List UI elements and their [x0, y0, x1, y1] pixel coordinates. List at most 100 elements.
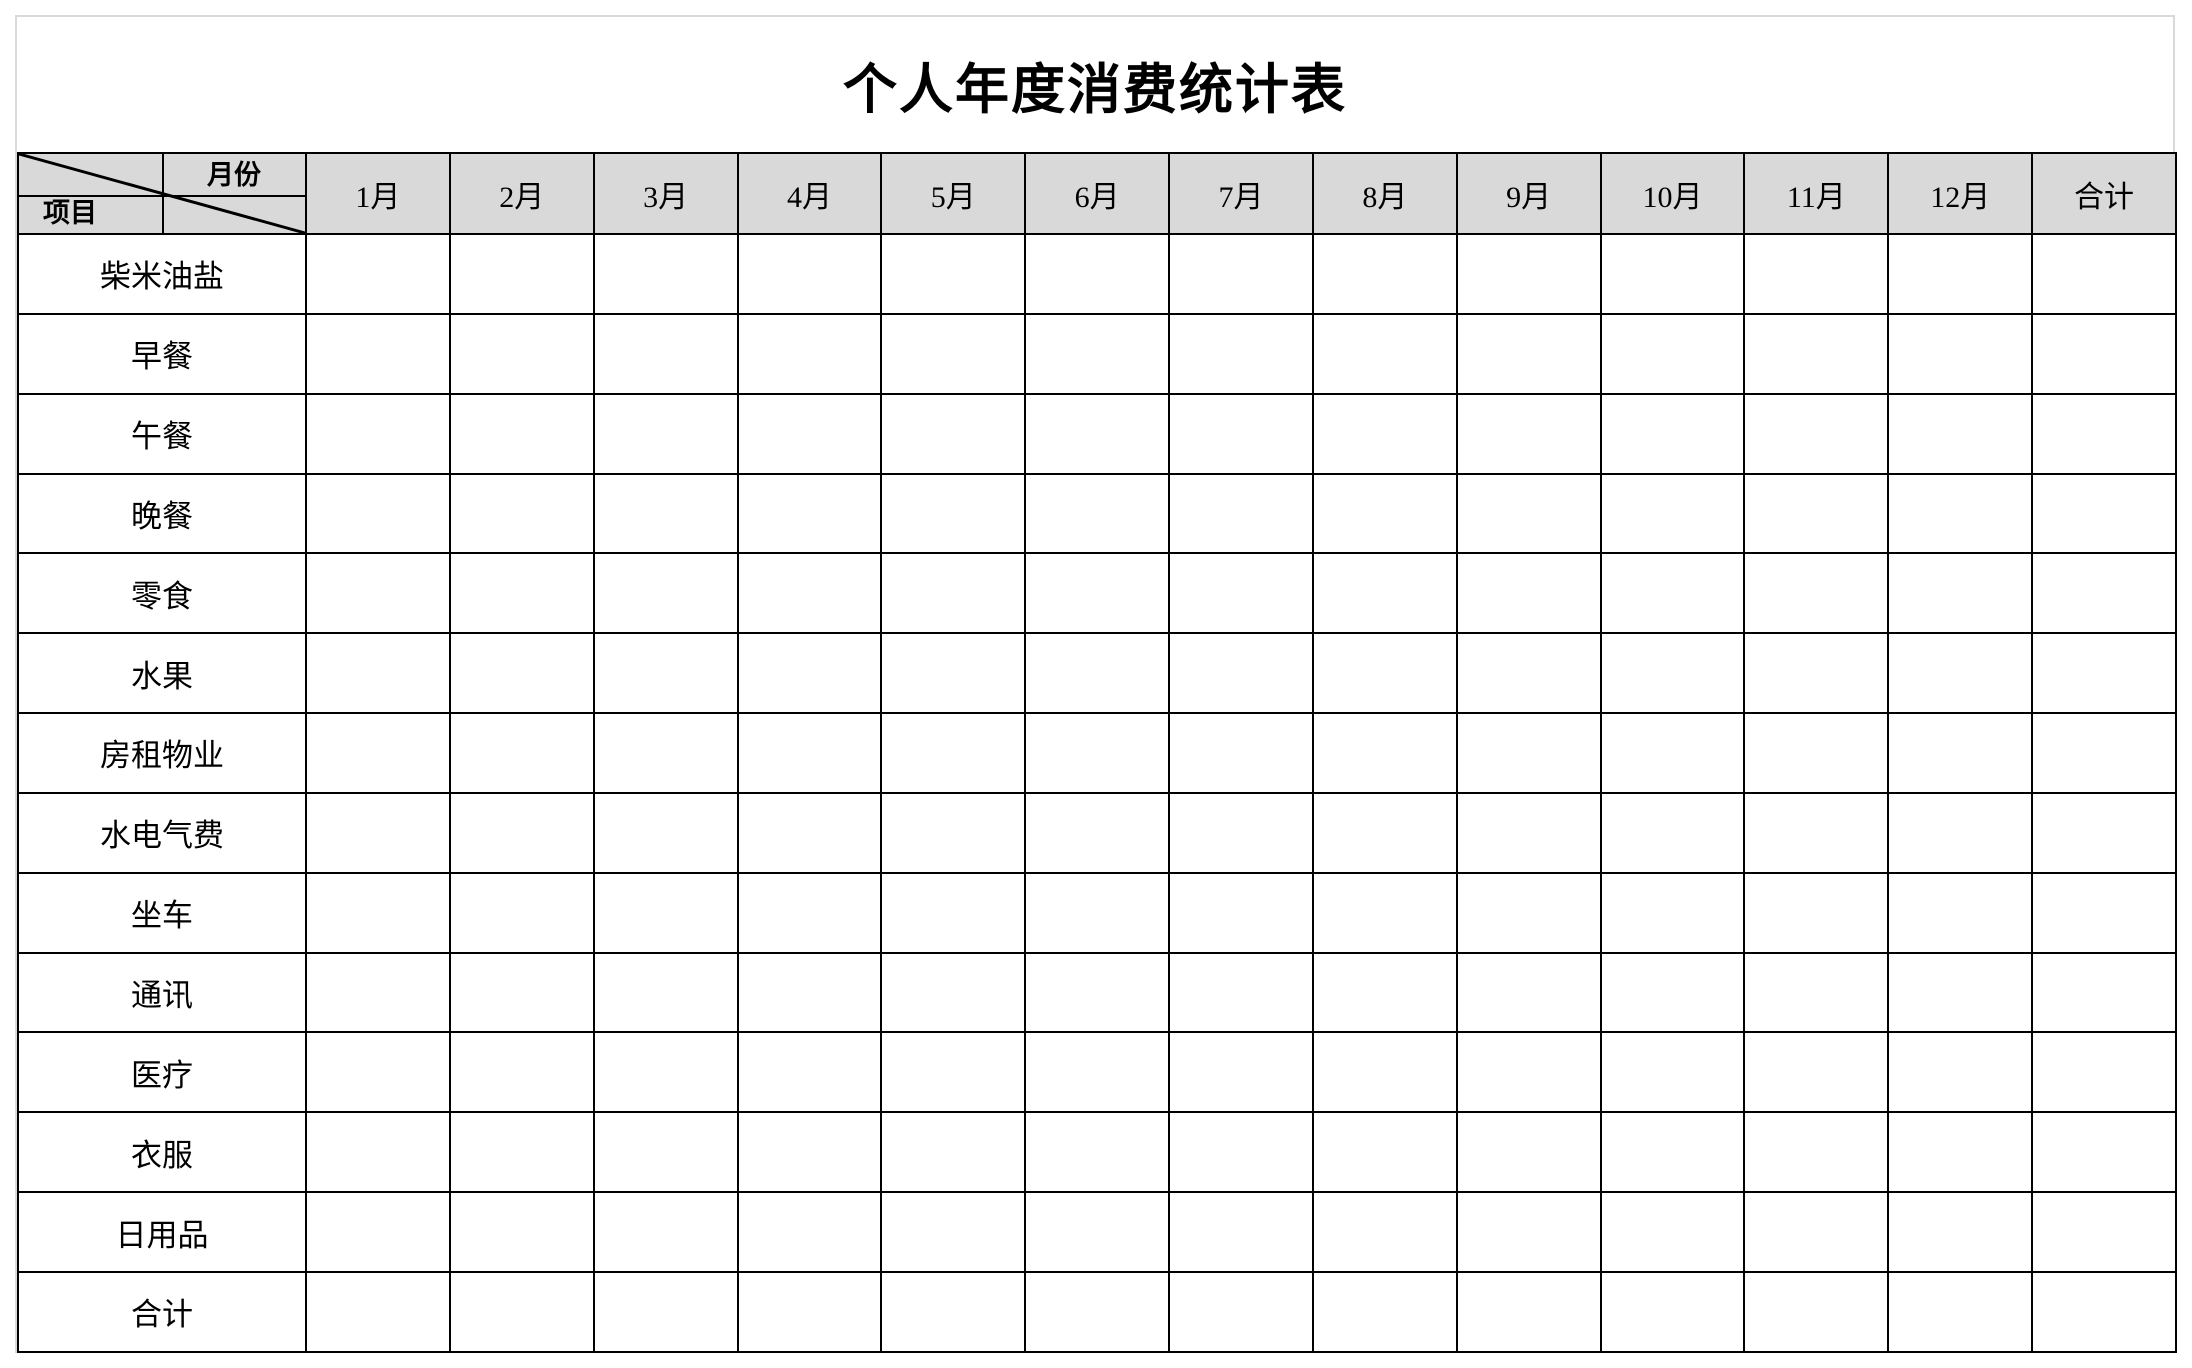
data-cell-r14-c2[interactable] [448, 1270, 595, 1354]
data-cell-r1-c9[interactable] [1455, 233, 1602, 315]
data-cell-r6-c13[interactable] [2031, 632, 2177, 715]
data-cell-r2-c12[interactable] [1887, 312, 2034, 395]
data-cell-r11-c5[interactable] [880, 1031, 1027, 1114]
data-cell-r2-c2[interactable] [448, 312, 595, 395]
data-cell-r2-c13[interactable] [2031, 312, 2177, 395]
data-cell-r12-c11[interactable] [1743, 1111, 1890, 1194]
column-header-11[interactable]: 11月 [1743, 152, 1890, 235]
data-cell-r14-c4[interactable] [736, 1270, 883, 1354]
data-cell-r10-c1[interactable] [305, 951, 451, 1034]
data-cell-r9-c5[interactable] [880, 871, 1027, 954]
row-header-10[interactable]: 通讯 [17, 951, 307, 1034]
data-cell-r5-c1[interactable] [305, 552, 451, 635]
data-cell-r2-c10[interactable] [1599, 312, 1746, 395]
data-cell-r12-c8[interactable] [1311, 1111, 1458, 1194]
data-cell-r2-c7[interactable] [1168, 312, 1314, 395]
data-cell-r3-c6[interactable] [1024, 392, 1171, 475]
data-cell-r13-c5[interactable] [880, 1191, 1027, 1273]
data-cell-r10-c2[interactable] [448, 951, 595, 1034]
data-cell-r3-c12[interactable] [1887, 392, 2034, 475]
data-cell-r4-c3[interactable] [592, 472, 739, 555]
data-cell-r13-c4[interactable] [736, 1191, 883, 1273]
data-cell-r5-c8[interactable] [1311, 552, 1458, 635]
column-header-7[interactable]: 7月 [1168, 152, 1314, 235]
data-cell-r2-c4[interactable] [736, 312, 883, 395]
data-cell-r11-c2[interactable] [448, 1031, 595, 1114]
data-cell-r14-c13[interactable] [2031, 1270, 2177, 1354]
column-header-5[interactable]: 5月 [880, 152, 1027, 235]
data-cell-r6-c4[interactable] [736, 632, 883, 715]
data-cell-r5-c3[interactable] [592, 552, 739, 635]
data-cell-r9-c6[interactable] [1024, 871, 1171, 954]
data-cell-r14-c6[interactable] [1024, 1270, 1171, 1354]
data-cell-r9-c12[interactable] [1887, 871, 2034, 954]
data-cell-r1-c12[interactable] [1887, 233, 2034, 315]
data-cell-r3-c1[interactable] [305, 392, 451, 475]
data-cell-r10-c11[interactable] [1743, 951, 1890, 1034]
data-cell-r2-c9[interactable] [1455, 312, 1602, 395]
data-cell-r8-c9[interactable] [1455, 791, 1602, 874]
data-cell-r5-c2[interactable] [448, 552, 595, 635]
data-cell-r4-c10[interactable] [1599, 472, 1746, 555]
data-cell-r7-c8[interactable] [1311, 712, 1458, 794]
data-cell-r3-c7[interactable] [1168, 392, 1314, 475]
row-header-12[interactable]: 衣服 [17, 1111, 307, 1194]
data-cell-r8-c5[interactable] [880, 791, 1027, 874]
data-cell-r8-c12[interactable] [1887, 791, 2034, 874]
data-cell-r12-c7[interactable] [1168, 1111, 1314, 1194]
data-cell-r6-c1[interactable] [305, 632, 451, 715]
data-cell-r4-c8[interactable] [1311, 472, 1458, 555]
data-cell-r3-c8[interactable] [1311, 392, 1458, 475]
data-cell-r6-c10[interactable] [1599, 632, 1746, 715]
data-cell-r12-c1[interactable] [305, 1111, 451, 1194]
data-cell-r14-c1[interactable] [305, 1270, 451, 1354]
data-cell-r10-c5[interactable] [880, 951, 1027, 1034]
data-cell-r6-c6[interactable] [1024, 632, 1171, 715]
data-cell-r8-c11[interactable] [1743, 791, 1890, 874]
column-header-13[interactable]: 合计 [2031, 152, 2177, 235]
column-header-4[interactable]: 4月 [736, 152, 883, 235]
data-cell-r6-c9[interactable] [1455, 632, 1602, 715]
data-cell-r1-c7[interactable] [1168, 233, 1314, 315]
row-header-1[interactable]: 柴米油盐 [17, 233, 307, 315]
data-cell-r1-c3[interactable] [592, 233, 739, 315]
row-header-8[interactable]: 水电气费 [17, 791, 307, 874]
data-cell-r9-c11[interactable] [1743, 871, 1890, 954]
data-cell-r8-c8[interactable] [1311, 791, 1458, 874]
data-cell-r5-c5[interactable] [880, 552, 1027, 635]
data-cell-r13-c2[interactable] [448, 1191, 595, 1273]
data-cell-r8-c13[interactable] [2031, 791, 2177, 874]
data-cell-r10-c10[interactable] [1599, 951, 1746, 1034]
data-cell-r4-c5[interactable] [880, 472, 1027, 555]
row-header-7[interactable]: 房租物业 [17, 712, 307, 794]
data-cell-r11-c9[interactable] [1455, 1031, 1602, 1114]
column-header-3[interactable]: 3月 [592, 152, 739, 235]
data-cell-r7-c3[interactable] [592, 712, 739, 794]
data-cell-r2-c3[interactable] [592, 312, 739, 395]
data-cell-r2-c1[interactable] [305, 312, 451, 395]
data-cell-r1-c5[interactable] [880, 233, 1027, 315]
data-cell-r13-c7[interactable] [1168, 1191, 1314, 1273]
row-header-14[interactable]: 合计 [17, 1270, 307, 1354]
data-cell-r3-c9[interactable] [1455, 392, 1602, 475]
data-cell-r9-c9[interactable] [1455, 871, 1602, 954]
data-cell-r1-c2[interactable] [448, 233, 595, 315]
data-cell-r11-c7[interactable] [1168, 1031, 1314, 1114]
data-cell-r10-c4[interactable] [736, 951, 883, 1034]
data-cell-r2-c5[interactable] [880, 312, 1027, 395]
data-cell-r5-c13[interactable] [2031, 552, 2177, 635]
data-cell-r14-c9[interactable] [1455, 1270, 1602, 1354]
data-cell-r1-c4[interactable] [736, 233, 883, 315]
data-cell-r6-c12[interactable] [1887, 632, 2034, 715]
data-cell-r6-c8[interactable] [1311, 632, 1458, 715]
column-header-9[interactable]: 9月 [1455, 152, 1602, 235]
data-cell-r1-c13[interactable] [2031, 233, 2177, 315]
data-cell-r4-c11[interactable] [1743, 472, 1890, 555]
data-cell-r4-c6[interactable] [1024, 472, 1171, 555]
data-cell-r10-c3[interactable] [592, 951, 739, 1034]
row-header-2[interactable]: 早餐 [17, 312, 307, 395]
data-cell-r1-c10[interactable] [1599, 233, 1746, 315]
data-cell-r11-c3[interactable] [592, 1031, 739, 1114]
data-cell-r8-c4[interactable] [736, 791, 883, 874]
row-header-11[interactable]: 医疗 [17, 1031, 307, 1114]
